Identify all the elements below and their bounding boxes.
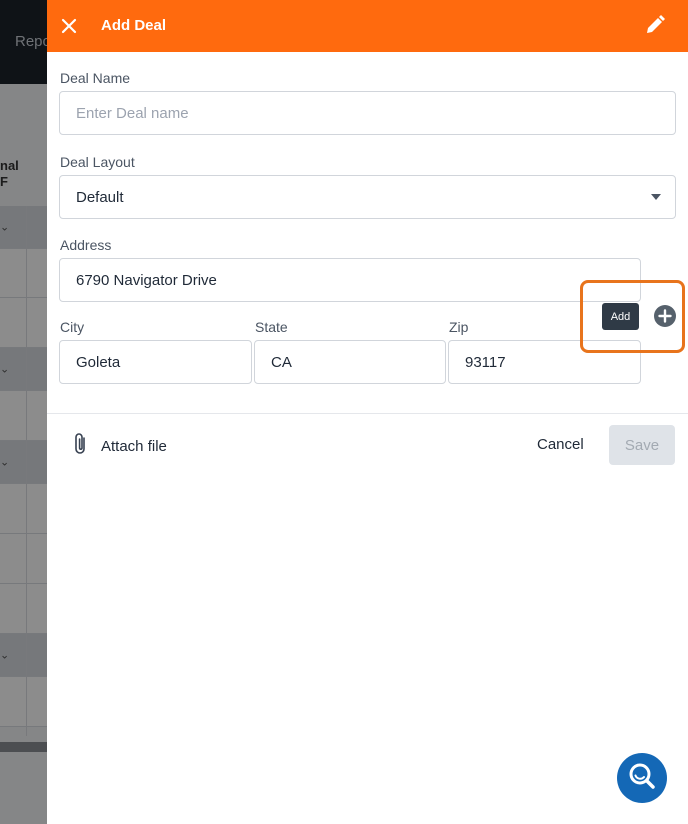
deal-name-label: Deal Name bbox=[60, 70, 131, 86]
pencil-icon[interactable] bbox=[644, 14, 666, 36]
address-value: 6790 Navigator Drive bbox=[76, 271, 217, 289]
state-label: State bbox=[255, 319, 288, 335]
state-value: CA bbox=[271, 353, 292, 371]
attach-file-label: Attach file bbox=[101, 437, 167, 455]
city-label: City bbox=[60, 319, 85, 335]
deal-layout-label: Deal Layout bbox=[60, 154, 135, 170]
state-input[interactable]: CA bbox=[254, 340, 446, 384]
deal-name-input[interactable] bbox=[59, 91, 676, 135]
caret-down-icon bbox=[651, 194, 661, 200]
attach-file-button[interactable]: Attach file bbox=[71, 432, 167, 460]
add-tooltip: Add bbox=[602, 303, 639, 330]
plus-circle-icon[interactable] bbox=[654, 305, 676, 327]
zip-label: Zip bbox=[449, 319, 469, 335]
search-fab-button[interactable] bbox=[617, 753, 667, 803]
search-icon bbox=[627, 761, 657, 796]
city-value: Goleta bbox=[76, 353, 121, 371]
add-deal-drawer: Add Deal Deal Name Deal Layout Default A… bbox=[47, 0, 688, 824]
close-icon[interactable] bbox=[59, 16, 79, 36]
address-input[interactable]: 6790 Navigator Drive bbox=[59, 258, 641, 302]
cancel-button[interactable]: Cancel bbox=[537, 436, 584, 453]
drawer-header: Add Deal bbox=[47, 0, 688, 52]
city-input[interactable]: Goleta bbox=[59, 340, 252, 384]
zip-value: 93117 bbox=[465, 353, 506, 371]
footer-divider bbox=[47, 413, 688, 414]
paperclip-icon bbox=[71, 431, 91, 462]
save-button[interactable]: Save bbox=[609, 425, 675, 465]
drawer-title: Add Deal bbox=[101, 17, 167, 34]
deal-layout-value: Default bbox=[76, 188, 124, 206]
deal-layout-select[interactable]: Default bbox=[59, 175, 676, 219]
address-label: Address bbox=[60, 237, 112, 253]
